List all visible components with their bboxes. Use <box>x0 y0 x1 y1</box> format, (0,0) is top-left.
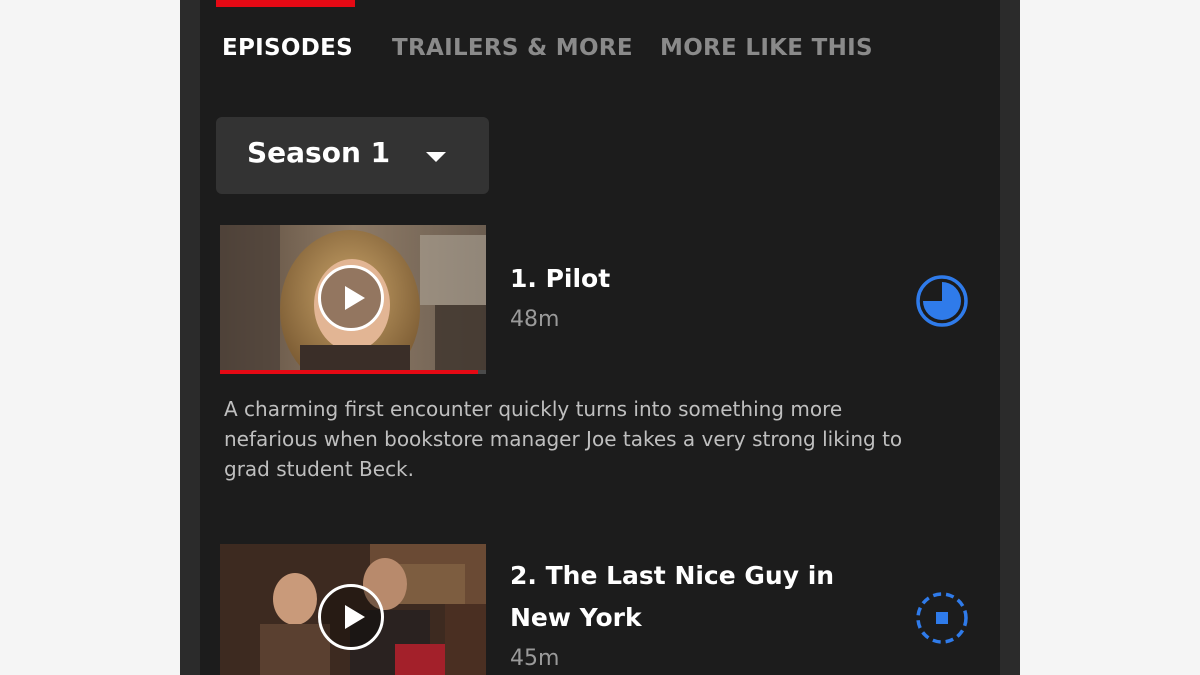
season-dropdown[interactable]: Season 1 <box>216 117 489 194</box>
play-episode-2-button[interactable] <box>318 584 384 650</box>
episode-2-title: 2. The Last Nice Guy in New York <box>510 561 835 632</box>
season-dropdown-label: Season 1 <box>247 136 391 169</box>
download-progress-icon[interactable] <box>914 273 970 329</box>
play-icon <box>345 605 365 629</box>
tab-episodes[interactable]: EPISODES <box>222 35 353 61</box>
episode-1-duration: 48m <box>510 307 560 332</box>
episode-1-watch-progress <box>220 370 486 374</box>
episode-2-duration: 45m <box>510 646 560 671</box>
tab-trailers-and-more[interactable]: TRAILERS & MORE <box>392 35 633 61</box>
play-episode-1-button[interactable] <box>318 265 384 331</box>
episode-1-watch-progress-fill <box>220 370 479 374</box>
chevron-down-icon <box>426 152 446 162</box>
episode-1-thumbnail[interactable] <box>220 225 486 373</box>
episodes-screen: EPISODES TRAILERS & MORE MORE LIKE THIS … <box>200 0 1000 675</box>
episode-2-thumbnail[interactable] <box>220 544 486 675</box>
tab-more-like-this[interactable]: MORE LIKE THIS <box>660 35 873 61</box>
download-queued-icon[interactable] <box>914 590 970 646</box>
episode-1-description: A charming first encounter quickly turns… <box>224 397 903 481</box>
episode-1-title: 1. Pilot <box>510 264 611 293</box>
play-icon <box>345 286 365 310</box>
active-tab-indicator <box>216 0 355 7</box>
